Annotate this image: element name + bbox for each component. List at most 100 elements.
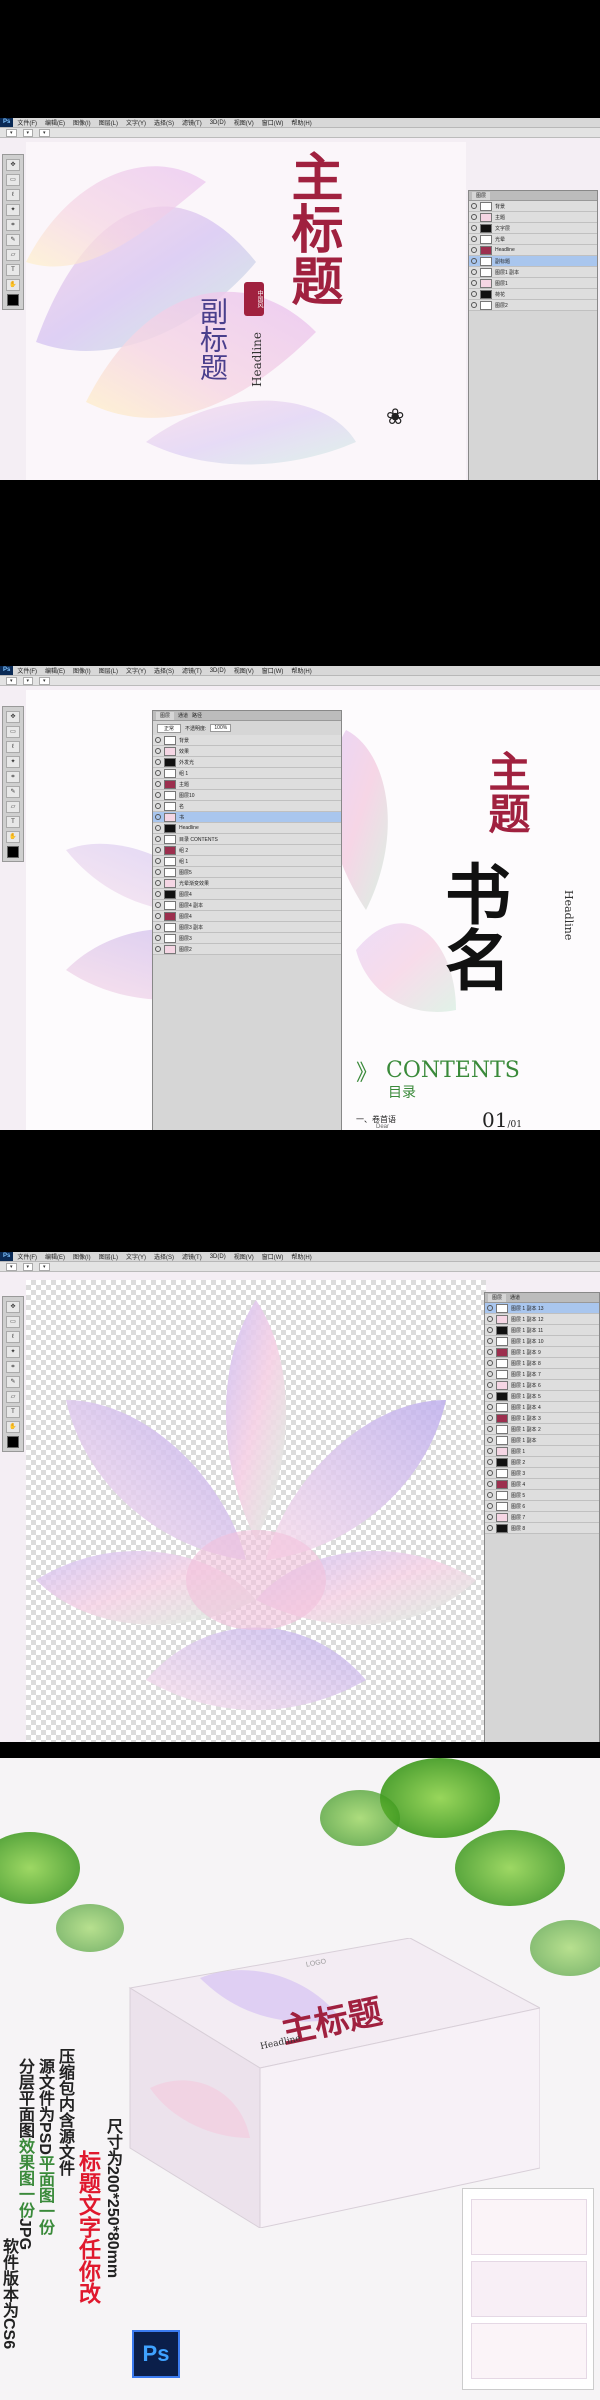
menu-image[interactable]: 图像(I) — [69, 666, 95, 675]
layer-row[interactable]: 背景 — [469, 201, 597, 212]
visibility-eye-icon[interactable] — [155, 946, 161, 952]
layer-row[interactable]: 效果 — [153, 746, 341, 757]
blend-mode-select[interactable]: 正常 — [157, 723, 182, 733]
brush-tool-icon[interactable]: ✎ — [6, 1376, 20, 1388]
layer-row[interactable]: 图层3 副本 — [153, 922, 341, 933]
visibility-eye-icon[interactable] — [487, 1371, 493, 1377]
layer-row[interactable]: 图层 1 副本 9 — [485, 1347, 599, 1358]
tab-paths[interactable]: 路径 — [192, 712, 202, 719]
layer-row[interactable]: 图层 1 副本 5 — [485, 1391, 599, 1402]
menu-file[interactable]: 文件(F) — [13, 118, 41, 127]
options-field[interactable]: ▾ — [39, 1262, 50, 1271]
layer-row[interactable]: 组 1 — [153, 856, 341, 867]
menu-view[interactable]: 视图(V) — [230, 118, 258, 127]
visibility-eye-icon[interactable] — [155, 737, 161, 743]
foreground-color-swatch[interactable] — [7, 846, 19, 858]
layer-row[interactable]: 图层 7 — [485, 1512, 599, 1523]
layer-row[interactable]: 荷花 — [469, 289, 597, 300]
menu-layer[interactable]: 图层(L) — [95, 1252, 122, 1261]
visibility-eye-icon[interactable] — [487, 1327, 493, 1333]
menu-image[interactable]: 图像(I) — [69, 118, 95, 127]
layer-row[interactable]: 图层 2 — [485, 1457, 599, 1468]
menu-help[interactable]: 帮助(H) — [287, 666, 315, 675]
visibility-eye-icon[interactable] — [155, 880, 161, 886]
tab-layers[interactable]: 图层 — [472, 191, 491, 200]
menu-view[interactable]: 视图(V) — [230, 666, 258, 675]
layer-row[interactable]: 图层4 — [153, 889, 341, 900]
layer-row[interactable]: 名 — [153, 801, 341, 812]
lasso-tool-icon[interactable]: ℓ — [6, 741, 20, 753]
visibility-eye-icon[interactable] — [155, 770, 161, 776]
layer-row[interactable]: 图层 5 — [485, 1490, 599, 1501]
magic-wand-icon[interactable]: ✦ — [6, 1346, 20, 1358]
menu-filter[interactable]: 滤镜(T) — [178, 666, 206, 675]
visibility-eye-icon[interactable] — [155, 814, 161, 820]
magic-wand-icon[interactable]: ✦ — [6, 756, 20, 768]
move-tool-icon[interactable]: ✥ — [6, 711, 20, 723]
visibility-eye-icon[interactable] — [487, 1404, 493, 1410]
visibility-eye-icon[interactable] — [487, 1437, 493, 1443]
text-tool-icon[interactable]: T — [6, 264, 20, 276]
layer-row[interactable]: 图层 1 副本 10 — [485, 1336, 599, 1347]
visibility-eye-icon[interactable] — [471, 236, 477, 242]
visibility-eye-icon[interactable] — [471, 214, 477, 220]
layer-row[interactable]: 图层4 副本 — [153, 900, 341, 911]
visibility-eye-icon[interactable] — [155, 869, 161, 875]
layer-row[interactable]: 图层 1 副本 13 — [485, 1303, 599, 1314]
options-field[interactable]: ▾ — [22, 128, 34, 137]
tab-layers[interactable]: 图层 — [488, 1293, 507, 1302]
layer-row[interactable]: 图层 6 — [485, 1501, 599, 1512]
brush-tool-icon[interactable]: ✎ — [6, 234, 20, 246]
layer-row[interactable]: 副标题 — [469, 256, 597, 267]
visibility-eye-icon[interactable] — [471, 291, 477, 297]
brush-tool-icon[interactable]: ✎ — [6, 786, 20, 798]
menu-type[interactable]: 文字(Y) — [122, 1252, 150, 1261]
menu-layer[interactable]: 图层(L) — [95, 666, 122, 675]
menu-edit[interactable]: 编辑(E) — [41, 666, 69, 675]
layer-row[interactable]: 图层 1 副本 12 — [485, 1314, 599, 1325]
layer-row[interactable]: 图层 3 — [485, 1468, 599, 1479]
visibility-eye-icon[interactable] — [487, 1514, 493, 1520]
visibility-eye-icon[interactable] — [471, 269, 477, 275]
visibility-eye-icon[interactable] — [155, 836, 161, 842]
foreground-color-swatch[interactable] — [7, 294, 19, 306]
options-field[interactable]: ▾ — [6, 1262, 17, 1271]
visibility-eye-icon[interactable] — [487, 1503, 493, 1509]
layer-row[interactable]: 图层5 — [153, 867, 341, 878]
layer-row[interactable]: 目录 CONTENTS — [153, 834, 341, 845]
crop-tool-icon[interactable]: ⌗ — [6, 771, 20, 783]
visibility-eye-icon[interactable] — [155, 748, 161, 754]
menu-select[interactable]: 选择(S) — [150, 1252, 178, 1261]
layer-row[interactable]: 图层 1 副本 — [485, 1435, 599, 1446]
menu-edit[interactable]: 编辑(E) — [41, 118, 69, 127]
layer-row[interactable]: 主题 — [153, 779, 341, 790]
menu-help[interactable]: 帮助(H) — [287, 1252, 315, 1261]
options-field[interactable]: ▾ — [22, 1262, 34, 1271]
menu-layer[interactable]: 图层(L) — [95, 118, 122, 127]
visibility-eye-icon[interactable] — [487, 1360, 493, 1366]
visibility-eye-icon[interactable] — [487, 1338, 493, 1344]
menu-filter[interactable]: 滤镜(T) — [178, 1252, 206, 1261]
options-field[interactable]: ▾ — [39, 128, 50, 137]
eraser-tool-icon[interactable]: ▱ — [6, 1391, 20, 1403]
visibility-eye-icon[interactable] — [471, 225, 477, 231]
visibility-eye-icon[interactable] — [155, 902, 161, 908]
visibility-eye-icon[interactable] — [155, 792, 161, 798]
lasso-tool-icon[interactable]: ℓ — [6, 1331, 20, 1343]
layer-row[interactable]: 图层1 — [469, 278, 597, 289]
visibility-eye-icon[interactable] — [487, 1415, 493, 1421]
visibility-eye-icon[interactable] — [471, 302, 477, 308]
hand-tool-icon[interactable]: ✋ — [6, 831, 20, 843]
options-field[interactable]: ▾ — [22, 676, 34, 685]
visibility-eye-icon[interactable] — [487, 1349, 493, 1355]
marquee-tool-icon[interactable]: ▭ — [6, 726, 20, 738]
layer-row[interactable]: Headline — [153, 823, 341, 834]
layer-row[interactable]: 图层 8 — [485, 1523, 599, 1534]
foreground-color-swatch[interactable] — [7, 1436, 19, 1448]
menu-3d[interactable]: 3D(D) — [206, 1254, 230, 1260]
menu-window[interactable]: 窗口(W) — [258, 666, 288, 675]
visibility-eye-icon[interactable] — [155, 825, 161, 831]
magic-wand-icon[interactable]: ✦ — [6, 204, 20, 216]
visibility-eye-icon[interactable] — [155, 847, 161, 853]
menu-file[interactable]: 文件(F) — [13, 1252, 41, 1261]
